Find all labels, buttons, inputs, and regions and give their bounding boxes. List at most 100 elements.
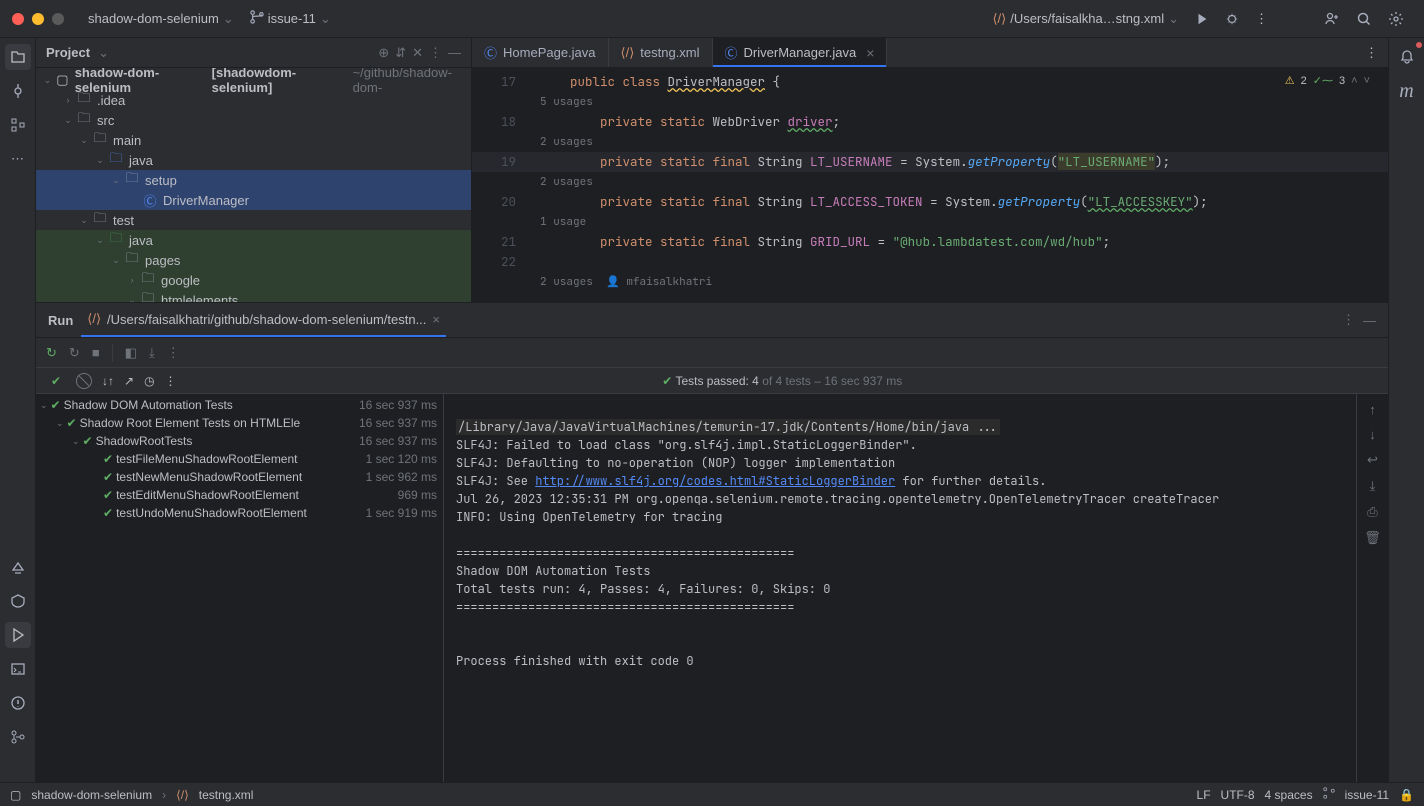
tree-item-htmlelements[interactable]: ⌄🗀htmlelements [36,290,471,302]
package-icon: 🗀 [140,272,156,288]
run-config-selector[interactable]: ⟨/⟩ /Users/faisalkha…stng.xml ⌄ [984,7,1187,31]
chevron-down-icon[interactable]: ⌄ [98,45,109,61]
run-hide[interactable]: — [1363,313,1376,328]
problems-tool-button[interactable] [5,690,31,716]
test-history[interactable]: ⋮ [167,345,180,361]
select-opened-file[interactable]: ⊕ [378,45,389,61]
inspection-widget[interactable]: ⚠2 ✓⁓3 ˄ ˅ [1285,74,1370,87]
build-tool-button[interactable] [5,554,31,580]
search-everywhere[interactable] [1348,7,1380,31]
editor-options[interactable]: ⋮ [1355,38,1388,67]
test-tree[interactable]: ⌄✔ Shadow DOM Automation Tests16 sec 937… [36,394,444,782]
project-tree[interactable]: ⌄▢shadow-dom-selenium [shadowdom-seleniu… [36,68,471,302]
terminal-tool-button[interactable] [5,656,31,682]
code-with-me[interactable] [1316,7,1348,31]
run-button[interactable] [1187,8,1217,30]
rerun-button[interactable]: ↻ [46,345,57,361]
breadcrumb-file[interactable]: testng.xml [199,788,254,802]
tree-item-src[interactable]: ⌄🗀src [36,110,471,130]
check-icon: ✔ [51,398,61,412]
tree-item-main[interactable]: ⌄🗀main [36,130,471,150]
test-row[interactable]: ⌄✔ Shadow DOM Automation Tests16 sec 937… [36,396,443,414]
chevron-down-icon: ⌄ [223,11,234,27]
show-passed[interactable]: ✔ [46,371,66,391]
prev-highlight[interactable]: ˄ [1351,75,1357,87]
run-config-tab[interactable]: ⟨/⟩ /Users/faisalkhatri/github/shadow-do… [81,303,446,337]
check-icon: ✔ [83,434,93,448]
scroll-down[interactable]: ↓ [1369,427,1376,442]
tree-item-test[interactable]: ⌄🗀test [36,210,471,230]
collapse-all[interactable]: ✕ [412,45,423,61]
check-icon: ✔ [103,452,113,466]
file-encoding[interactable]: UTF-8 [1221,788,1255,802]
panel-hide[interactable]: — [448,45,461,61]
breadcrumb-root[interactable]: shadow-dom-selenium [31,788,152,802]
vcs-tool-button[interactable] [5,724,31,750]
close-icon[interactable]: × [866,45,874,61]
code-editor[interactable]: 17 public class DriverManager { 5 usages… [472,68,1388,302]
tree-item-java[interactable]: ⌄🗀java [36,150,471,170]
close-window[interactable] [12,13,24,25]
folder-icon: 🗀 [76,112,92,128]
more-tool-button[interactable]: ⋯ [5,146,31,172]
soft-wrap[interactable]: ↩ [1367,452,1378,468]
project-selector[interactable]: shadow-dom-selenium ⌄ [80,7,242,31]
status-branch[interactable]: issue-11 [1345,788,1389,802]
close-icon[interactable]: × [432,312,440,327]
next-highlight[interactable]: ˅ [1364,75,1370,87]
scroll-to-end[interactable]: ⤓ [1370,478,1376,494]
test-row[interactable]: ✔ testNewMenuShadowRootElement1 sec 962 … [36,468,443,486]
clear-all[interactable]: 🗑 [1364,530,1381,546]
tree-item-test-java[interactable]: ⌄🗀java [36,230,471,250]
sort-button[interactable]: ↓↑ [102,374,114,388]
tree-root[interactable]: ⌄▢shadow-dom-selenium [shadowdom-seleniu… [36,70,471,90]
rerun-failed-button[interactable]: ↻ [69,345,80,361]
expand-all[interactable]: ⇵ [395,45,406,61]
project-tool-button[interactable] [5,44,31,70]
toggle-auto-test[interactable]: ◧ [125,345,137,361]
maximize-window[interactable] [52,13,64,25]
stop-button[interactable]: ■ [92,345,100,360]
show-ignored[interactable] [76,373,92,389]
run-tool-button[interactable] [5,622,31,648]
export-results[interactable]: ⤓ [149,345,155,361]
maven-tool-button[interactable]: m [1394,78,1420,104]
tree-item-drivermanager[interactable]: ⒸDriverManager [36,190,471,210]
tab-drivermanager[interactable]: ⒸDriverManager.java× [713,38,888,67]
folder-icon: 🗀 [92,132,108,148]
scroll-up[interactable]: ↑ [1369,402,1376,417]
tree-item-setup[interactable]: ⌄🗀setup [36,170,471,190]
tab-testng[interactable]: ⟨/⟩testng.xml [609,38,713,67]
services-tool-button[interactable] [5,588,31,614]
package-icon: 🗀 [140,292,156,302]
tab-homepage[interactable]: ⒸHomePage.java [472,38,609,67]
source-folder-icon: 🗀 [108,152,124,168]
test-row[interactable]: ✔ testEditMenuShadowRootElement969 ms [36,486,443,504]
lock-icon[interactable]: 🔒 [1399,788,1414,802]
debug-button[interactable] [1217,8,1247,30]
notifications-button[interactable] [1394,44,1420,70]
run-options[interactable]: ⋮ [1342,312,1355,328]
clock-button[interactable]: ◷ [144,374,154,388]
test-row[interactable]: ✔ testUndoMenuShadowRootElement1 sec 919… [36,504,443,522]
expand-button[interactable]: ↗ [124,374,134,388]
git-branch-selector[interactable]: issue-11 ⌄ [242,6,339,31]
check-icon: ✔ [67,416,77,430]
commit-tool-button[interactable] [5,78,31,104]
minimize-window[interactable] [32,13,44,25]
test-row[interactable]: ⌄✔ ShadowRootTests16 sec 937 ms [36,432,443,450]
print[interactable]: ⎙ [1367,504,1377,520]
structure-tool-button[interactable] [5,112,31,138]
more-actions[interactable]: ⋮ [1247,7,1276,31]
test-row[interactable]: ✔ testFileMenuShadowRootElement1 sec 120… [36,450,443,468]
line-separator[interactable]: LF [1197,788,1211,802]
settings-button[interactable] [1380,7,1412,31]
tree-item-google[interactable]: ›🗀google [36,270,471,290]
slf4j-link[interactable]: http://www.slf4j.org/codes.html#StaticLo… [535,473,895,489]
indent-settings[interactable]: 4 spaces [1265,788,1313,802]
panel-options[interactable]: ⋮ [429,45,442,61]
test-options[interactable]: ⋮ [165,374,177,388]
test-row[interactable]: ⌄✔ Shadow Root Element Tests on HTMLEle1… [36,414,443,432]
tree-item-pages[interactable]: ⌄🗀pages [36,250,471,270]
console-output[interactable]: /Library/Java/JavaVirtualMachines/temuri… [444,394,1356,782]
